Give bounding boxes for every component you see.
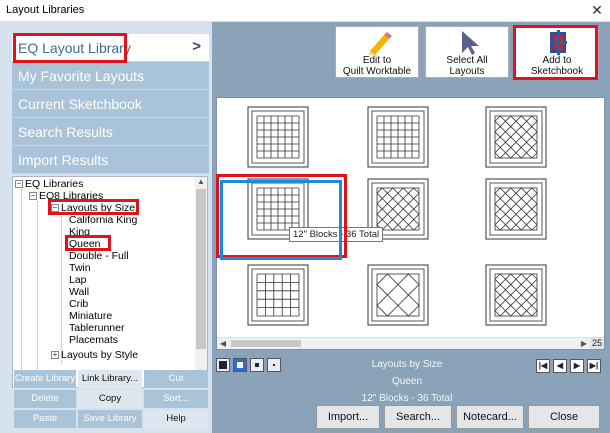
quilt-layout-thumbnail[interactable]	[247, 106, 309, 168]
tree-node-layouts-by-size[interactable]: − Layouts by Size	[51, 202, 135, 214]
tree-node-lap[interactable]: Lap	[69, 274, 87, 286]
nav-current-sketchbook[interactable]: Current Sketchbook	[12, 90, 209, 118]
quilt-layout-thumbnail[interactable]	[485, 264, 547, 326]
tree-node-miniature[interactable]: Miniature	[69, 310, 112, 322]
nav-label: Import Results	[18, 152, 109, 168]
layout-tooltip: 12" Blocks - 36 Total	[289, 227, 384, 242]
select-all-layouts-button[interactable]: Select All Layouts	[425, 26, 509, 78]
right-panel: Edit to Quilt Worktable Select All Layouts…	[212, 22, 610, 433]
notecard-button[interactable]: Notecard...	[456, 405, 524, 429]
tree-node-layouts-by-style[interactable]: + Layouts by Style	[51, 349, 138, 361]
collapse-icon[interactable]: −	[15, 180, 23, 189]
status-size: Queen	[391, 376, 423, 387]
add-to-sketchbook-button[interactable]: Add to Sketchbook	[515, 26, 599, 78]
next-icon[interactable]: ▶	[570, 359, 584, 373]
tree-node-queen[interactable]: Queen	[69, 238, 101, 250]
search-button[interactable]: Search...	[384, 405, 452, 429]
nav-label: Search Results	[18, 124, 113, 140]
paste-button[interactable]: Paste	[14, 410, 76, 428]
cursor-icon	[462, 31, 479, 55]
tree-node-tablerunner[interactable]: Tablerunner	[69, 322, 124, 334]
first-icon[interactable]: |◀	[536, 359, 550, 373]
collapse-icon[interactable]: −	[29, 192, 37, 201]
tree-node-crib[interactable]: Crib	[69, 298, 88, 310]
expand-icon[interactable]: +	[51, 351, 59, 360]
scroll-right-icon[interactable]: ▶	[578, 338, 590, 349]
add-to-sketchbook-icon	[550, 30, 567, 55]
nav-eq-layout-library[interactable]: EQ Layout Library >	[12, 34, 209, 62]
nav-import-results[interactable]: Import Results	[12, 146, 209, 174]
tree-node-double-full[interactable]: Double - Full	[69, 250, 129, 262]
tree-node-eq-libraries[interactable]: − EQ Libraries	[15, 178, 83, 190]
status-library: Layouts by Size	[371, 359, 443, 370]
nav-label: EQ Layout Library	[18, 40, 131, 56]
nav-label: Current Sketchbook	[18, 96, 142, 112]
scroll-left-icon[interactable]: ◀	[217, 338, 229, 349]
thumb-size-large-button[interactable]	[216, 358, 230, 372]
thumb-size-small-button[interactable]	[250, 358, 264, 372]
page-count: 25	[590, 338, 604, 349]
quilt-layout-thumbnail[interactable]	[485, 106, 547, 168]
edit-to-quilt-worktable-button[interactable]: Edit to Quilt Worktable	[335, 26, 419, 78]
tree-node-king[interactable]: King	[69, 226, 90, 238]
quilt-layout-thumbnail[interactable]	[247, 264, 309, 326]
left-panel: EQ Layout Library > My Favorite Layouts …	[0, 22, 212, 433]
status-count: 12" Blocks - 36 Total	[361, 393, 453, 404]
tree-node-california-king[interactable]: California King	[69, 214, 137, 226]
tree-node-placemats[interactable]: Placemats	[69, 334, 118, 346]
nav-my-favorite-layouts[interactable]: My Favorite Layouts	[12, 62, 209, 90]
layout-gallery[interactable]: 12" Blocks - 36 Total ◀ ▶ 25	[216, 97, 605, 350]
tree-node-twin[interactable]: Twin	[69, 262, 91, 274]
import-button[interactable]: Import...	[316, 405, 380, 429]
scroll-thumb[interactable]	[231, 340, 301, 347]
tree-scrollbar[interactable]: ▲ ▼	[195, 177, 207, 387]
tree-node-eq8-libraries[interactable]: − EQ8 Libraries	[29, 190, 103, 202]
chevron-right-icon: >	[192, 38, 201, 55]
title-bar: Layout Libraries ✕	[0, 0, 610, 22]
nav-search-results[interactable]: Search Results	[12, 118, 209, 146]
link-library-button[interactable]: Link Library...	[78, 370, 142, 388]
last-icon[interactable]: ▶|	[587, 359, 601, 373]
close-button[interactable]: Close	[528, 405, 600, 429]
save-library-button[interactable]: Save Library	[78, 410, 142, 428]
collapse-icon[interactable]: −	[51, 204, 59, 213]
quilt-layout-thumbnail[interactable]	[485, 178, 547, 240]
thumb-size-medium-button[interactable]	[233, 358, 247, 372]
quilt-layout-thumbnail[interactable]	[367, 264, 429, 326]
delete-button[interactable]: Delete	[14, 390, 76, 408]
create-library-button[interactable]: Create Library	[14, 370, 76, 388]
gallery-scrollbar[interactable]: ◀ ▶ 25	[217, 337, 604, 349]
pencil-icon	[368, 32, 392, 55]
window-title: Layout Libraries	[6, 4, 85, 16]
quilt-layout-thumbnail[interactable]	[367, 106, 429, 168]
copy-button[interactable]: Copy	[78, 390, 142, 408]
help-button[interactable]: Help	[144, 410, 208, 428]
thumb-size-tiny-button[interactable]	[267, 358, 281, 372]
cut-button[interactable]: Cut	[144, 370, 208, 388]
close-icon[interactable]: ✕	[590, 2, 604, 19]
tree-node-wall[interactable]: Wall	[69, 286, 89, 298]
scroll-up-icon[interactable]: ▲	[195, 177, 207, 189]
library-tree[interactable]: − EQ Libraries − EQ8 Libraries − Layouts by…	[12, 176, 208, 388]
scroll-thumb[interactable]	[196, 189, 206, 349]
prev-icon[interactable]: ◀	[553, 359, 567, 373]
nav-label: My Favorite Layouts	[18, 68, 145, 84]
sort-button[interactable]: Sort...	[144, 390, 208, 408]
